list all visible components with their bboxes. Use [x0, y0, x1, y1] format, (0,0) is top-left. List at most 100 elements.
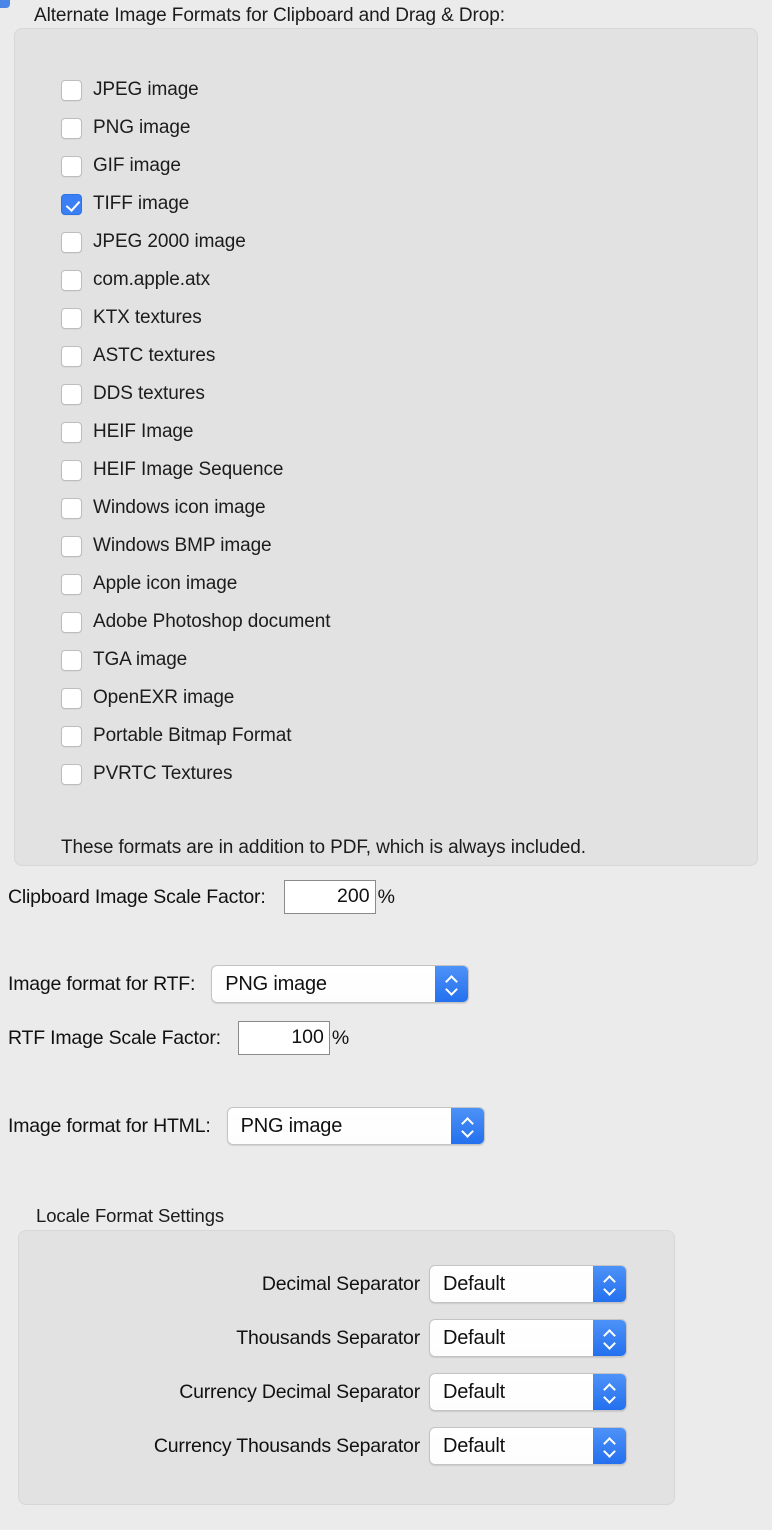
rtf-format-row: Image format for RTF: PNG image	[8, 965, 469, 1003]
format-row[interactable]: HEIF Image Sequence	[61, 451, 330, 489]
format-label: Windows BMP image	[93, 535, 272, 557]
checkbox-icon[interactable]	[61, 384, 82, 405]
locale-select-value: Default	[430, 1273, 593, 1296]
format-label: Windows icon image	[93, 497, 265, 519]
rtf-format-value: PNG image	[212, 973, 435, 996]
checkbox-icon[interactable]	[61, 574, 82, 595]
format-row[interactable]: KTX textures	[61, 299, 330, 337]
checkbox-icon[interactable]	[61, 346, 82, 367]
locale-section-title: Locale Format Settings	[36, 1205, 224, 1227]
format-row[interactable]: Apple icon image	[61, 565, 330, 603]
chevron-updown-icon	[593, 1320, 626, 1356]
checkbox-checked-icon[interactable]	[61, 194, 82, 215]
format-label: Apple icon image	[93, 573, 237, 595]
formats-section-title: Alternate Image Formats for Clipboard an…	[34, 5, 505, 27]
format-label: PNG image	[93, 117, 190, 139]
format-label: Adobe Photoshop document	[93, 611, 330, 633]
checkbox-icon[interactable]	[61, 536, 82, 557]
locale-select[interactable]: Default	[429, 1427, 627, 1465]
html-format-value: PNG image	[228, 1115, 451, 1138]
format-row[interactable]: ASTC textures	[61, 337, 330, 375]
format-label: com.apple.atx	[93, 269, 210, 291]
format-row[interactable]: OpenEXR image	[61, 679, 330, 717]
format-row[interactable]: HEIF Image	[61, 413, 330, 451]
locale-row: Thousands Separator Default	[0, 1319, 627, 1357]
format-label: OpenEXR image	[93, 687, 234, 709]
rtf-format-select[interactable]: PNG image	[211, 965, 469, 1003]
checkbox-icon[interactable]	[61, 232, 82, 253]
format-row[interactable]: com.apple.atx	[61, 261, 330, 299]
locale-select-value: Default	[430, 1435, 593, 1458]
clipboard-scale-input[interactable]: 200	[284, 880, 376, 914]
format-label: KTX textures	[93, 307, 202, 329]
checkbox-icon[interactable]	[61, 612, 82, 633]
format-label: HEIF Image Sequence	[93, 459, 283, 481]
clipboard-scale-row: Clipboard Image Scale Factor: 200 %	[8, 880, 395, 914]
locale-label: Currency Decimal Separator	[179, 1381, 420, 1404]
rtf-scale-row: RTF Image Scale Factor: 100 %	[8, 1021, 349, 1055]
format-row[interactable]: Adobe Photoshop document	[61, 603, 330, 641]
formats-groupbox: JPEG image PNG image GIF image TIFF image JP…	[14, 28, 758, 866]
rtf-scale-label: RTF Image Scale Factor:	[8, 1027, 221, 1050]
checkbox-icon[interactable]	[61, 308, 82, 329]
format-row[interactable]: PVRTC Textures	[61, 755, 330, 793]
locale-select[interactable]: Default	[429, 1373, 627, 1411]
format-row[interactable]: JPEG 2000 image	[61, 223, 330, 261]
locale-label: Thousands Separator	[236, 1327, 420, 1350]
checkbox-icon[interactable]	[61, 118, 82, 139]
checkbox-icon[interactable]	[61, 156, 82, 177]
chevron-updown-icon	[451, 1108, 484, 1144]
format-row[interactable]: DDS textures	[61, 375, 330, 413]
checkbox-icon[interactable]	[61, 764, 82, 785]
format-checkbox-list: JPEG image PNG image GIF image TIFF image JP…	[61, 71, 330, 793]
format-row[interactable]: Portable Bitmap Format	[61, 717, 330, 755]
format-row[interactable]: Windows icon image	[61, 489, 330, 527]
checkbox-icon[interactable]	[61, 688, 82, 709]
checkbox-icon[interactable]	[61, 270, 82, 291]
chevron-updown-icon	[593, 1374, 626, 1410]
format-label: HEIF Image	[93, 421, 193, 443]
rtf-format-label: Image format for RTF:	[8, 973, 195, 996]
format-row[interactable]: TIFF image	[61, 185, 330, 223]
format-row[interactable]: GIF image	[61, 147, 330, 185]
locale-select[interactable]: Default	[429, 1319, 627, 1357]
format-label: TGA image	[93, 649, 187, 671]
checkbox-icon[interactable]	[61, 80, 82, 101]
chevron-updown-icon	[593, 1266, 626, 1302]
chevron-updown-icon	[593, 1428, 626, 1464]
checkbox-icon[interactable]	[61, 460, 82, 481]
rtf-scale-input[interactable]: 100	[238, 1021, 330, 1055]
format-row[interactable]: JPEG image	[61, 71, 330, 109]
locale-select-value: Default	[430, 1327, 593, 1350]
format-label: JPEG image	[93, 79, 199, 101]
rtf-scale-unit: %	[332, 1027, 349, 1050]
clipboard-scale-label: Clipboard Image Scale Factor:	[8, 886, 266, 909]
format-label: JPEG 2000 image	[93, 231, 246, 253]
formats-footnote: These formats are in addition to PDF, wh…	[61, 837, 586, 859]
format-label: ASTC textures	[93, 345, 215, 367]
checkbox-icon[interactable]	[61, 422, 82, 443]
format-row[interactable]: PNG image	[61, 109, 330, 147]
locale-select[interactable]: Default	[429, 1265, 627, 1303]
html-format-select[interactable]: PNG image	[227, 1107, 485, 1145]
format-row[interactable]: Windows BMP image	[61, 527, 330, 565]
format-label: DDS textures	[93, 383, 205, 405]
format-row[interactable]: TGA image	[61, 641, 330, 679]
locale-row: Currency Thousands Separator Default	[0, 1427, 627, 1465]
locale-label: Decimal Separator	[262, 1273, 420, 1296]
clipboard-scale-unit: %	[378, 886, 395, 909]
checkbox-icon[interactable]	[61, 650, 82, 671]
locale-label: Currency Thousands Separator	[154, 1435, 420, 1458]
format-label: Portable Bitmap Format	[93, 725, 291, 747]
format-label: GIF image	[93, 155, 181, 177]
window-corner-accent	[0, 0, 10, 8]
format-label: TIFF image	[93, 193, 189, 215]
checkbox-icon[interactable]	[61, 498, 82, 519]
locale-row: Decimal Separator Default	[0, 1265, 627, 1303]
locale-row: Currency Decimal Separator Default	[0, 1373, 627, 1411]
checkbox-icon[interactable]	[61, 726, 82, 747]
html-format-label: Image format for HTML:	[8, 1115, 211, 1138]
locale-select-value: Default	[430, 1381, 593, 1404]
chevron-updown-icon	[435, 966, 468, 1002]
html-format-row: Image format for HTML: PNG image	[8, 1107, 485, 1145]
